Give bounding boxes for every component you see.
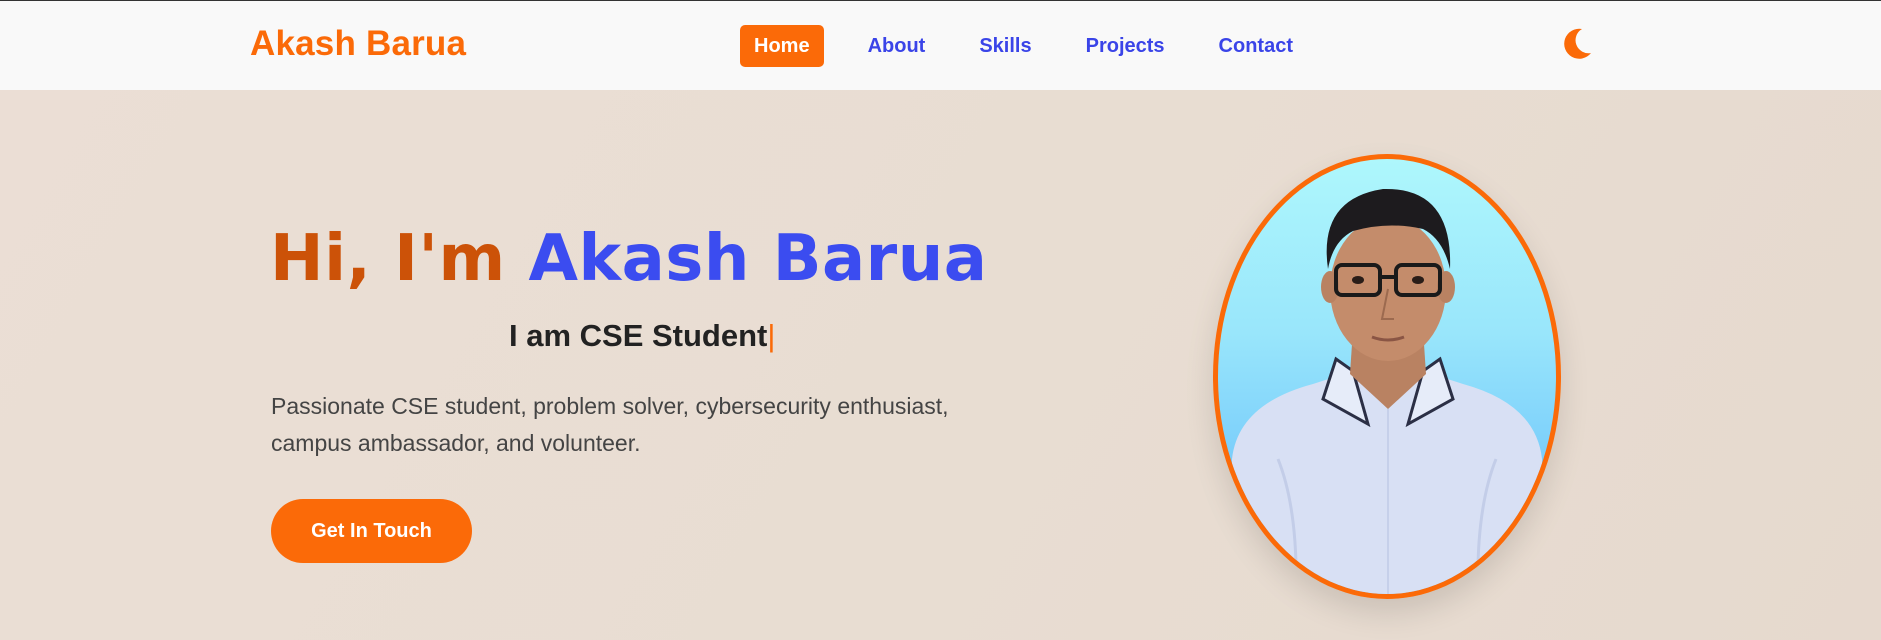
hero-section: Hi, I'm Akash Barua I am CSE Student| Pa…	[0, 90, 1881, 640]
moon-icon[interactable]	[1560, 25, 1594, 63]
nav-link-contact[interactable]: Contact	[1205, 25, 1307, 67]
nav-link-skills[interactable]: Skills	[965, 25, 1045, 67]
intro-line-1: Passionate CSE student, problem solver, …	[271, 393, 949, 419]
profile-photo	[1213, 154, 1561, 599]
navbar: Akash Barua Home About Skills Projects C…	[0, 1, 1881, 90]
nav-links: Home About Skills Projects Contact	[740, 25, 1321, 67]
typed-text: I am CSE Student	[509, 318, 768, 353]
nav-link-about[interactable]: About	[854, 25, 940, 67]
nav-link-projects[interactable]: Projects	[1072, 25, 1179, 67]
brand-logo[interactable]: Akash Barua	[250, 24, 466, 64]
typing-cursor: |	[767, 318, 776, 353]
greeting-text: Hi, I'm	[270, 222, 506, 296]
get-in-touch-button[interactable]: Get In Touch	[271, 499, 472, 563]
intro-line-2: campus ambassador, and volunteer.	[271, 430, 641, 456]
intro-text: Passionate CSE student, problem solver, …	[271, 388, 991, 462]
hero-name: Akash Barua	[528, 222, 988, 296]
typed-subtitle: I am CSE Student|	[509, 318, 775, 354]
hero-headline: Hi, I'm Akash Barua	[270, 222, 987, 296]
nav-link-home[interactable]: Home	[740, 25, 824, 67]
